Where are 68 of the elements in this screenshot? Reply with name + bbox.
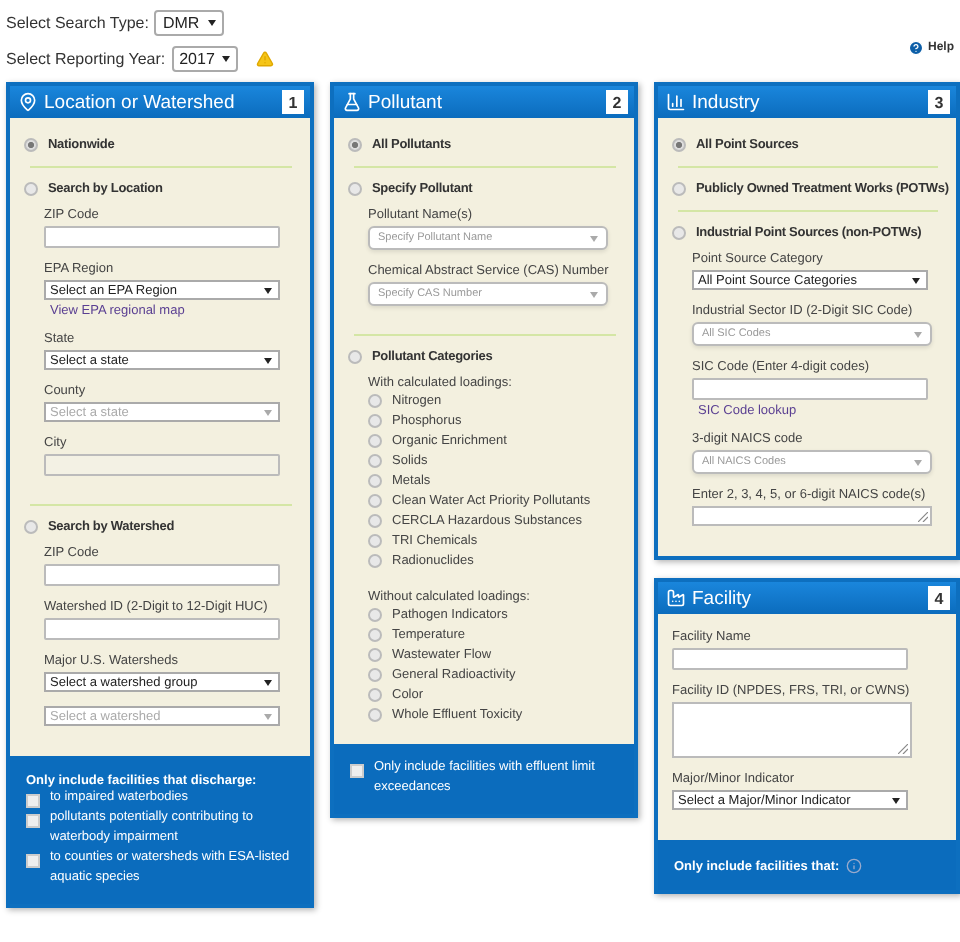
text-field[interactable] [672,648,908,670]
caret-icon [222,56,231,62]
radio-button[interactable] [24,182,38,196]
radio-button[interactable] [368,534,382,548]
radio-button[interactable] [368,394,382,408]
caret-icon [892,797,900,803]
caret-icon [590,291,598,297]
flask-icon [342,92,362,112]
caret-icon [264,357,272,363]
help-icon [907,39,924,55]
checkbox[interactable] [26,814,40,828]
text-field[interactable] [692,378,928,400]
info-icon[interactable] [845,858,862,874]
radio-button[interactable] [368,474,382,488]
radio-button[interactable] [368,514,382,528]
field-label: Select Reporting Year: [6,50,166,68]
radio-button[interactable] [348,138,362,152]
radio-button[interactable] [368,668,382,682]
factory-icon [666,588,686,608]
text-area[interactable] [692,506,932,526]
step-number: 3 [928,90,950,114]
radio-button[interactable] [368,648,382,662]
resize-grip-icon [918,512,928,522]
checkbox[interactable] [26,854,40,868]
panel-title: Location or Watershed [44,91,237,113]
text-field[interactable] [44,564,280,586]
radio-button[interactable] [368,414,382,428]
radio-button[interactable] [368,628,382,642]
radio-button[interactable] [368,434,382,448]
step-number: 4 [928,586,950,610]
text-area[interactable] [672,702,912,758]
caret-icon [264,409,272,415]
step-number: 1 [282,90,304,114]
radio-button[interactable] [348,350,362,364]
bar-chart-icon [666,92,686,112]
radio-button[interactable] [672,138,686,152]
radio-button[interactable] [348,182,362,196]
panel-title: Industry [692,91,762,113]
radio-button[interactable] [368,708,382,722]
radio-button[interactable] [24,138,38,152]
caret-icon [207,20,216,26]
radio-button[interactable] [368,494,382,508]
radio-button[interactable] [672,226,686,240]
text-field[interactable] [44,226,280,248]
resize-grip-icon [898,744,908,754]
radio-button[interactable] [368,554,382,568]
radio-button[interactable] [368,608,382,622]
caret-icon [914,331,922,337]
map-pin-icon [18,92,38,112]
radio-button[interactable] [672,182,686,196]
year-dropdown[interactable]: 2017 [171,46,239,72]
radio-button[interactable] [368,454,382,468]
checkbox[interactable] [26,794,40,808]
radio-button[interactable] [24,520,38,534]
panel-title: Facility [692,587,754,609]
field-label: Select Search Type: [6,14,149,32]
caret-icon [912,277,920,283]
panel-title: Pollutant [368,91,444,113]
caret-icon [264,679,272,685]
search-type-dropdown[interactable]: DMR [154,10,224,36]
checkbox[interactable] [350,764,364,778]
caret-icon [264,713,272,719]
caret-icon [264,287,272,293]
step-number: 2 [606,90,628,114]
caret-icon [914,459,922,465]
text-field[interactable] [44,618,280,640]
caret-icon [590,235,598,241]
radio-button[interactable] [368,688,382,702]
